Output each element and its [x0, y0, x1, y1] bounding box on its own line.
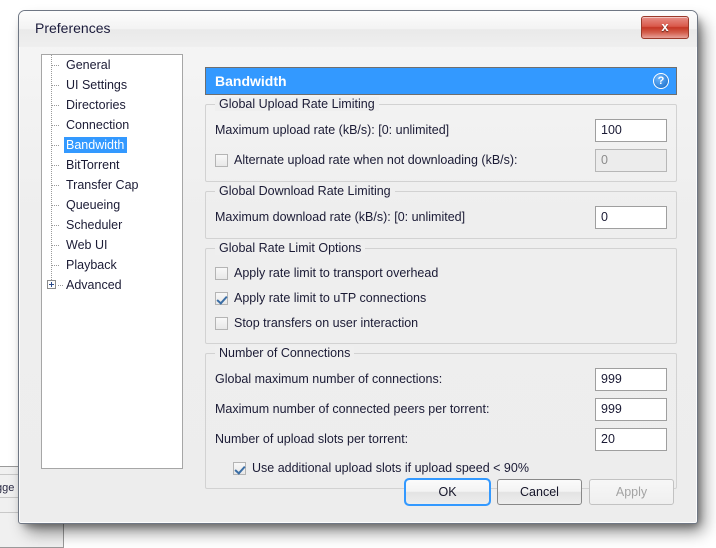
- dialog-button-bar: OK Cancel Apply: [19, 478, 697, 507]
- setting-row: Global maximum number of connections: 999: [215, 367, 667, 391]
- sidebar-item-bandwidth[interactable]: Bandwidth: [42, 135, 182, 155]
- tree-connector: [46, 175, 64, 195]
- setting-row: Alternate upload rate when not downloadi…: [215, 148, 667, 172]
- cancel-button[interactable]: Cancel: [497, 479, 582, 505]
- setting-input[interactable]: 999: [595, 367, 667, 391]
- sidebar-item-label: Playback: [66, 258, 117, 272]
- sidebar-item-label: Connection: [66, 118, 130, 132]
- sidebar-item-scheduler[interactable]: Scheduler: [42, 215, 182, 235]
- sidebar-item-label: Directories: [66, 98, 126, 112]
- help-icon[interactable]: ?: [653, 73, 669, 89]
- sidebar-item-label: Bandwidth: [64, 137, 128, 153]
- group-body: Maximum upload rate (kB/s): [0: unlimite…: [206, 105, 676, 181]
- preferences-dialog: Preferences x General UI Settings Director…: [18, 10, 698, 524]
- setting-checkbox-row[interactable]: Apply rate limit to uTP connections: [215, 287, 667, 309]
- tree-connector: [46, 195, 64, 215]
- panel-header: Bandwidth ?: [205, 67, 677, 95]
- tree-connector: [46, 95, 64, 115]
- tree-connector: [46, 75, 64, 95]
- tree-connector: [46, 155, 64, 175]
- setting-row: Maximum download rate (kB/s): [0: unlimi…: [215, 205, 667, 229]
- group-body: Apply rate limit to transport overhead Ap…: [206, 249, 676, 343]
- sidebar-item-label: Advanced: [66, 278, 122, 292]
- setting-input[interactable]: 0: [595, 205, 667, 229]
- tree-connector: [46, 215, 64, 235]
- group-title: Global Download Rate Limiting: [215, 184, 395, 198]
- background-tab-label: gge: [0, 482, 15, 494]
- group-global-upload-rate-limiting: Global Upload Rate Limiting Maximum uploa…: [205, 97, 677, 182]
- setting-checkbox[interactable]: [215, 316, 228, 330]
- sidebar-item-web-ui[interactable]: Web UI: [42, 235, 182, 255]
- sidebar-item-general[interactable]: General: [42, 55, 182, 75]
- sidebar-item-transfer-cap[interactable]: Transfer Cap: [42, 175, 182, 195]
- tree-connector: [46, 235, 64, 255]
- apply-button: Apply: [589, 479, 674, 505]
- help-icon-glyph: ?: [657, 75, 665, 87]
- setting-label: Maximum number of connected peers per to…: [215, 402, 490, 416]
- group-global-download-rate-limiting: Global Download Rate Limiting Maximum dow…: [205, 184, 677, 239]
- tree-connector: [46, 275, 64, 295]
- group-number-of-connections: Number of Connections Global maximum numb…: [205, 346, 677, 489]
- setting-label: Number of upload slots per torrent:: [215, 432, 409, 446]
- setting-checkbox-row[interactable]: Use additional upload slots if upload sp…: [233, 457, 667, 479]
- sidebar-item-label: General: [66, 58, 111, 72]
- setting-row: Number of upload slots per torrent: 20: [215, 427, 667, 451]
- group-body: Global maximum number of connections: 999…: [206, 354, 676, 488]
- dialog-title: Preferences: [35, 20, 111, 36]
- dialog-titlebar: Preferences x: [19, 11, 697, 47]
- setting-label: Maximum download rate (kB/s): [0: unlimi…: [215, 210, 466, 224]
- setting-row: Maximum number of connected peers per to…: [215, 397, 667, 421]
- setting-checkbox-row[interactable]: Stop transfers on user interaction: [215, 312, 667, 334]
- setting-input[interactable]: 999: [595, 397, 667, 421]
- expand-plus-icon[interactable]: [47, 280, 56, 289]
- sidebar-item-label: Transfer Cap: [66, 178, 139, 192]
- sidebar-item-label: BitTorrent: [66, 158, 120, 172]
- setting-label: Global maximum number of connections:: [215, 372, 443, 386]
- ok-button[interactable]: OK: [404, 478, 491, 506]
- setting-checkbox-row[interactable]: Apply rate limit to transport overhead: [215, 262, 667, 284]
- group-global-rate-limit-options: Global Rate Limit Options Apply rate limi…: [205, 241, 677, 344]
- tree-connector: [46, 115, 64, 135]
- setting-checkbox[interactable]: [233, 461, 246, 475]
- setting-checkbox[interactable]: [215, 266, 228, 280]
- preferences-category-tree[interactable]: General UI Settings Directories Connection B…: [41, 54, 183, 469]
- sidebar-item-ui-settings[interactable]: UI Settings: [42, 75, 182, 95]
- sidebar-item-directories[interactable]: Directories: [42, 95, 182, 115]
- setting-label: Alternate upload rate when not downloadi…: [234, 153, 518, 167]
- group-body: Maximum download rate (kB/s): [0: unlimi…: [206, 192, 676, 238]
- tree-connector: [46, 135, 64, 155]
- setting-input[interactable]: 20: [595, 427, 667, 451]
- setting-label: Apply rate limit to uTP connections: [234, 291, 427, 305]
- sidebar-item-connection[interactable]: Connection: [42, 115, 182, 135]
- sidebar-item-label: UI Settings: [66, 78, 128, 92]
- settings-groups: Global Upload Rate Limiting Maximum uploa…: [205, 97, 677, 489]
- bandwidth-settings-panel: Bandwidth ? Global Upload Rate Limiting M…: [205, 67, 677, 489]
- setting-label: Use additional upload slots if upload sp…: [252, 461, 529, 475]
- tree-connector: [46, 255, 64, 275]
- sidebar-item-queueing[interactable]: Queueing: [42, 195, 182, 215]
- setting-row: Maximum upload rate (kB/s): [0: unlimite…: [215, 118, 667, 142]
- sidebar-item-label: Queueing: [66, 198, 121, 212]
- sidebar-item-label: Web UI: [66, 238, 108, 252]
- setting-label: Maximum upload rate (kB/s): [0: unlimite…: [215, 123, 450, 137]
- setting-label: Stop transfers on user interaction: [234, 316, 419, 330]
- setting-checkbox[interactable]: [215, 291, 228, 305]
- sidebar-item-bittorrent[interactable]: BitTorrent: [42, 155, 182, 175]
- page-title: Bandwidth: [215, 73, 287, 89]
- sidebar-item-advanced[interactable]: Advanced: [42, 275, 182, 295]
- setting-input[interactable]: 100: [595, 118, 667, 142]
- setting-checkbox[interactable]: [215, 153, 228, 167]
- group-title: Global Upload Rate Limiting: [215, 97, 379, 111]
- setting-input: 0: [595, 148, 667, 172]
- setting-label: Apply rate limit to transport overhead: [234, 266, 439, 280]
- sidebar-item-label: Scheduler: [66, 218, 123, 232]
- tree-connector: [46, 55, 64, 75]
- group-title: Number of Connections: [215, 346, 355, 360]
- close-button[interactable]: x: [641, 16, 689, 39]
- group-title: Global Rate Limit Options: [215, 241, 366, 255]
- sidebar-item-playback[interactable]: Playback: [42, 255, 182, 275]
- close-icon: x: [661, 19, 669, 34]
